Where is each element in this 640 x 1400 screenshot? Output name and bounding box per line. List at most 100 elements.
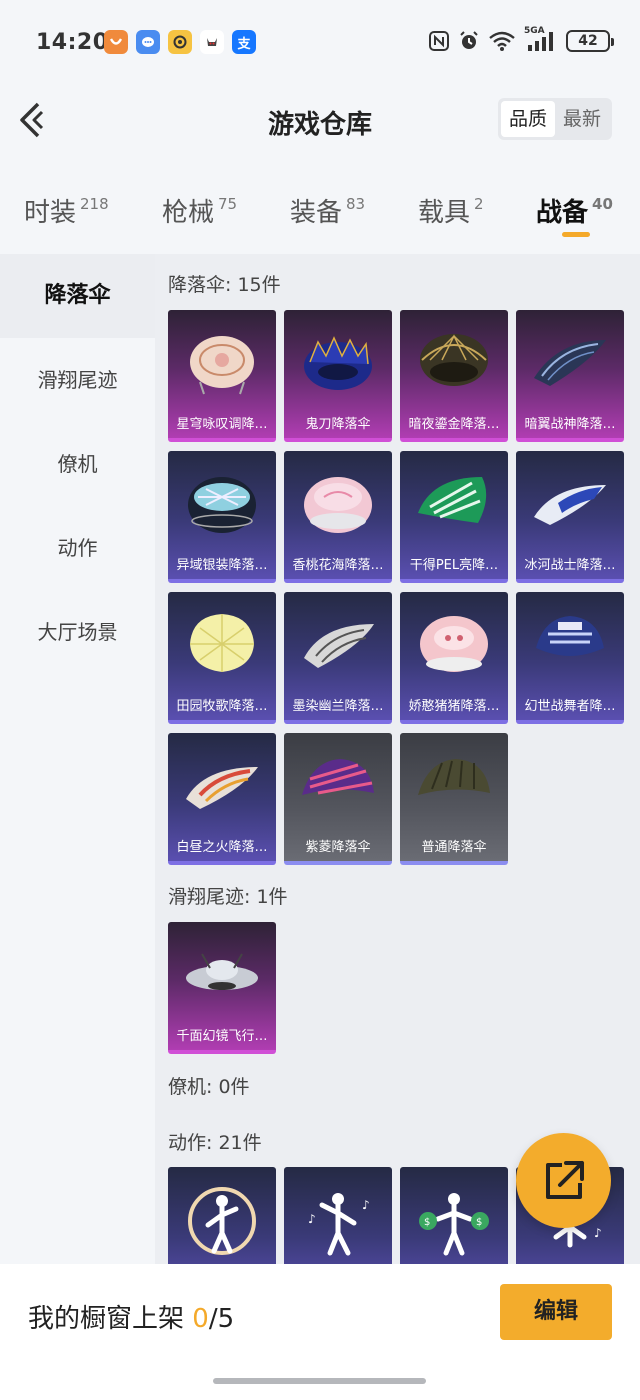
- sort-quality-option[interactable]: 品质: [500, 101, 555, 137]
- item-card[interactable]: 冰河战士降落…: [516, 451, 624, 583]
- item-card[interactable]: 千面幻镜飞行…: [168, 922, 276, 1054]
- sidebar-item-glide-trail[interactable]: 滑翔尾迹: [0, 338, 155, 422]
- parachute-icon: [304, 477, 372, 533]
- tab-count: 218: [80, 195, 109, 213]
- status-time: 14:20: [36, 30, 109, 55]
- item-card[interactable]: $ $: [400, 1167, 508, 1264]
- svg-text:$: $: [424, 1217, 430, 1228]
- parachute-icon: [536, 616, 604, 656]
- item-card[interactable]: 田园牧歌降落…: [168, 592, 276, 724]
- item-name: 暗夜鎏金降落…: [408, 417, 500, 432]
- parachute-icon: [418, 759, 490, 795]
- item-card[interactable]: 暗翼战神降落…: [516, 310, 624, 442]
- parachute-icon: [534, 485, 606, 525]
- alarm-icon: [460, 31, 478, 49]
- item-card[interactable]: 娇憨猪猪降落…: [400, 592, 508, 724]
- tab-label: 时装: [24, 198, 77, 228]
- svg-text:♪: ♪: [308, 1212, 316, 1226]
- alipay-app-icon: 支: [232, 30, 256, 54]
- saucer-icon: [186, 953, 258, 990]
- showcase-label: 我的橱窗上架: [28, 1304, 185, 1334]
- item-name: 普通降落伞: [421, 840, 487, 855]
- category-tabs: 时装 218 枪械 75 装备 83 载具 2 战备 40: [0, 166, 640, 254]
- status-bar: 14:20 支 5GA 42: [0, 0, 640, 86]
- tab-fashion[interactable]: 时装 218: [24, 192, 109, 229]
- tab-count: 83: [346, 195, 366, 213]
- item-grid-panel[interactable]: 降落伞: 15件 星穹咏叹调降… 鬼刀降落伞 暗夜鎏金降落… 暗翼战神降落… 异…: [155, 254, 640, 1264]
- showcase-total: /5: [208, 1304, 235, 1334]
- action-pose-icon: [188, 1187, 256, 1255]
- home-indicator[interactable]: [213, 1378, 426, 1384]
- item-card[interactable]: 暗夜鎏金降落…: [400, 310, 508, 442]
- item-card[interactable]: 墨染幽兰降落…: [284, 592, 392, 724]
- item-name: 娇憨猪猪降落…: [408, 699, 500, 714]
- tab-label: 载具: [418, 198, 471, 228]
- item-name: 香桃花海降落…: [292, 558, 384, 573]
- status-app-icons: 支: [104, 30, 256, 54]
- parachute-icon: [534, 340, 606, 386]
- tab-label: 装备: [290, 198, 343, 228]
- parachute-icon: [302, 759, 374, 795]
- item-card[interactable]: 星穹咏叹调降…: [168, 310, 276, 442]
- item-name: 千面幻镜飞行…: [176, 1029, 268, 1044]
- parachute-icon: [186, 767, 258, 809]
- tab-count: 75: [218, 195, 238, 213]
- tab-count: 2: [474, 195, 484, 213]
- section-title-wingman: 僚机: 0件: [168, 1076, 250, 1098]
- parachute-icon: [304, 336, 372, 390]
- share-external-icon: [546, 1161, 584, 1199]
- item-card[interactable]: [168, 1167, 276, 1264]
- item-name: 冰河战士降落…: [524, 558, 616, 573]
- action-pose-icon: $ $: [419, 1193, 489, 1256]
- item-name: 墨染幽兰降落…: [292, 699, 384, 714]
- sidebar-item-wingman[interactable]: 僚机: [0, 422, 155, 506]
- item-name: 干得PEL亮降…: [409, 558, 499, 573]
- parachute-icon: [418, 477, 487, 523]
- tab-label: 战备: [536, 198, 589, 228]
- parachute-icon: [188, 477, 256, 533]
- tab-equipment[interactable]: 装备 83: [290, 192, 365, 229]
- active-tab-indicator: [562, 232, 590, 237]
- item-name: 白昼之火降落…: [176, 840, 268, 855]
- svg-text:$: $: [476, 1217, 482, 1228]
- tab-weapons[interactable]: 枪械 75: [162, 192, 237, 229]
- item-card[interactable]: 幻世战舞者降…: [516, 592, 624, 724]
- sort-newest-option[interactable]: 最新: [555, 101, 609, 137]
- sidebar-item-lobby-scene[interactable]: 大厅场景: [0, 590, 155, 674]
- showcase-status: 我的橱窗上架 0/5: [28, 1298, 234, 1335]
- orange-app-icon: [104, 30, 128, 54]
- section-title-parachute: 降落伞: 15件: [168, 274, 281, 296]
- item-name: 暗翼战神降落…: [524, 417, 616, 432]
- item-name: 鬼刀降落伞: [305, 417, 371, 432]
- item-name: 异域银装降落…: [176, 558, 268, 573]
- item-card[interactable]: 紫菱降落伞: [284, 733, 392, 865]
- item-name: 紫菱降落伞: [305, 840, 371, 855]
- section-title-actions: 动作: 21件: [168, 1132, 262, 1154]
- item-name: 幻世战舞者降…: [524, 699, 616, 714]
- share-button[interactable]: [516, 1133, 611, 1228]
- ring-app-icon: [168, 30, 192, 54]
- sidebar-item-actions[interactable]: 动作: [0, 506, 155, 590]
- item-name: 星穹咏叹调降…: [176, 417, 268, 432]
- tab-vehicles[interactable]: 载具 2: [418, 192, 484, 229]
- item-card[interactable]: 香桃花海降落…: [284, 451, 392, 583]
- edit-button[interactable]: 编辑: [500, 1284, 612, 1340]
- item-card[interactable]: ♪ ♪: [284, 1167, 392, 1264]
- item-card[interactable]: 鬼刀降落伞: [284, 310, 392, 442]
- tab-battle-gear[interactable]: 战备 40: [536, 192, 613, 229]
- sidebar-item-parachute[interactable]: 降落伞: [0, 254, 155, 338]
- item-card[interactable]: 干得PEL亮降…: [400, 451, 508, 583]
- item-card[interactable]: 白昼之火降落…: [168, 733, 276, 865]
- sort-toggle: 品质 最新: [497, 98, 612, 140]
- item-card[interactable]: 异域银装降落…: [168, 451, 276, 583]
- cat-app-icon: [200, 30, 224, 54]
- wifi-icon: [489, 31, 515, 51]
- parachute-icon: [304, 624, 374, 668]
- showcase-count: 0: [192, 1304, 209, 1334]
- tab-label: 枪械: [162, 198, 215, 228]
- item-card[interactable]: 普通降落伞: [400, 733, 508, 865]
- nfc-icon: [429, 31, 449, 51]
- bottom-bar: 我的橱窗上架 0/5 编辑: [0, 1264, 640, 1400]
- status-indicators: 5GA 42: [428, 26, 614, 52]
- category-sidebar: 降落伞 滑翔尾迹 僚机 动作 大厅场景: [0, 254, 155, 1264]
